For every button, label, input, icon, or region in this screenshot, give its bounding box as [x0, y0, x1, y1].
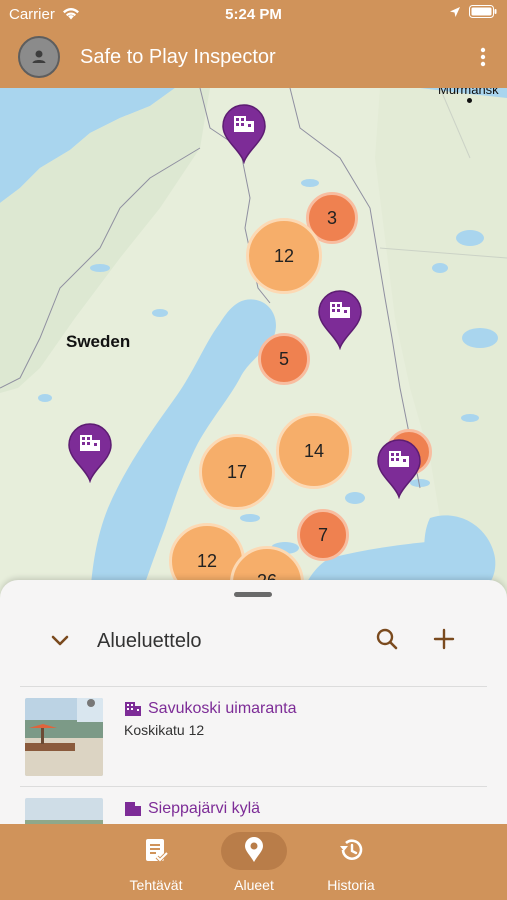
tasks-icon	[106, 836, 206, 866]
building-icon	[124, 801, 142, 822]
tab-areas[interactable]: Alueet	[204, 824, 304, 900]
building-pin-marker[interactable]	[376, 439, 422, 500]
cluster-marker[interactable]: 12	[246, 218, 322, 294]
sheet-title: Alueluettelo	[97, 630, 202, 652]
building-icon	[124, 701, 142, 722]
building-pin-marker[interactable]	[221, 104, 267, 165]
history-icon	[301, 836, 401, 866]
battery-icon	[469, 5, 497, 22]
tab-tasks[interactable]: Tehtävät	[106, 824, 206, 900]
tab-history[interactable]: Historia	[301, 824, 401, 900]
area-name: Sieppajärvi kylä	[148, 800, 261, 817]
area-address: Koskikatu 12	[124, 722, 205, 738]
tab-label: Alueet	[234, 877, 274, 893]
map-label-murmansk: Murmansk	[438, 88, 499, 97]
building-pin-marker[interactable]	[67, 423, 113, 484]
location-arrow-icon	[449, 5, 461, 22]
area-list-sheet: Alueluettelo Savukoski uimaranta Koskika…	[0, 580, 507, 825]
drag-handle[interactable]	[234, 592, 272, 597]
cluster-marker[interactable]: 7	[297, 509, 349, 561]
status-bar: Carrier 5:24 PM	[0, 0, 507, 28]
add-icon[interactable]	[431, 626, 457, 657]
area-name: Savukoski uimaranta	[148, 700, 297, 717]
building-pin-marker[interactable]	[317, 290, 363, 351]
sheet-header: Alueluettelo	[0, 608, 507, 674]
tab-label: Historia	[327, 877, 375, 893]
area-thumbnail	[25, 698, 103, 776]
tab-label: Tehtävät	[129, 877, 183, 893]
map-label-sweden: Sweden	[66, 332, 131, 351]
divider	[20, 786, 487, 787]
cluster-marker[interactable]: 5	[258, 333, 310, 385]
city-dot	[467, 98, 472, 103]
user-icon	[32, 50, 46, 63]
list-item[interactable]: Sieppajärvi kylä	[0, 788, 507, 825]
more-menu-icon[interactable]	[479, 46, 487, 68]
app-title: Safe to Play Inspector	[80, 46, 276, 68]
divider	[20, 686, 487, 687]
app-bar: Safe to Play Inspector	[0, 28, 507, 88]
cluster-marker[interactable]: 17	[199, 434, 275, 510]
list-item[interactable]: Savukoski uimaranta Koskikatu 12	[0, 688, 507, 788]
search-icon[interactable]	[374, 626, 400, 657]
chevron-down-icon[interactable]	[48, 628, 72, 657]
location-pin-icon	[204, 836, 304, 866]
bottom-tab-bar: Tehtävät Alueet Historia	[0, 824, 507, 900]
map-view[interactable]: Sweden Murmansk 3 12 5 14 17 7 12 26	[0, 88, 507, 598]
avatar[interactable]	[18, 36, 60, 78]
cluster-marker[interactable]: 14	[276, 413, 352, 489]
area-thumbnail	[25, 798, 103, 825]
clock: 5:24 PM	[225, 6, 282, 23]
